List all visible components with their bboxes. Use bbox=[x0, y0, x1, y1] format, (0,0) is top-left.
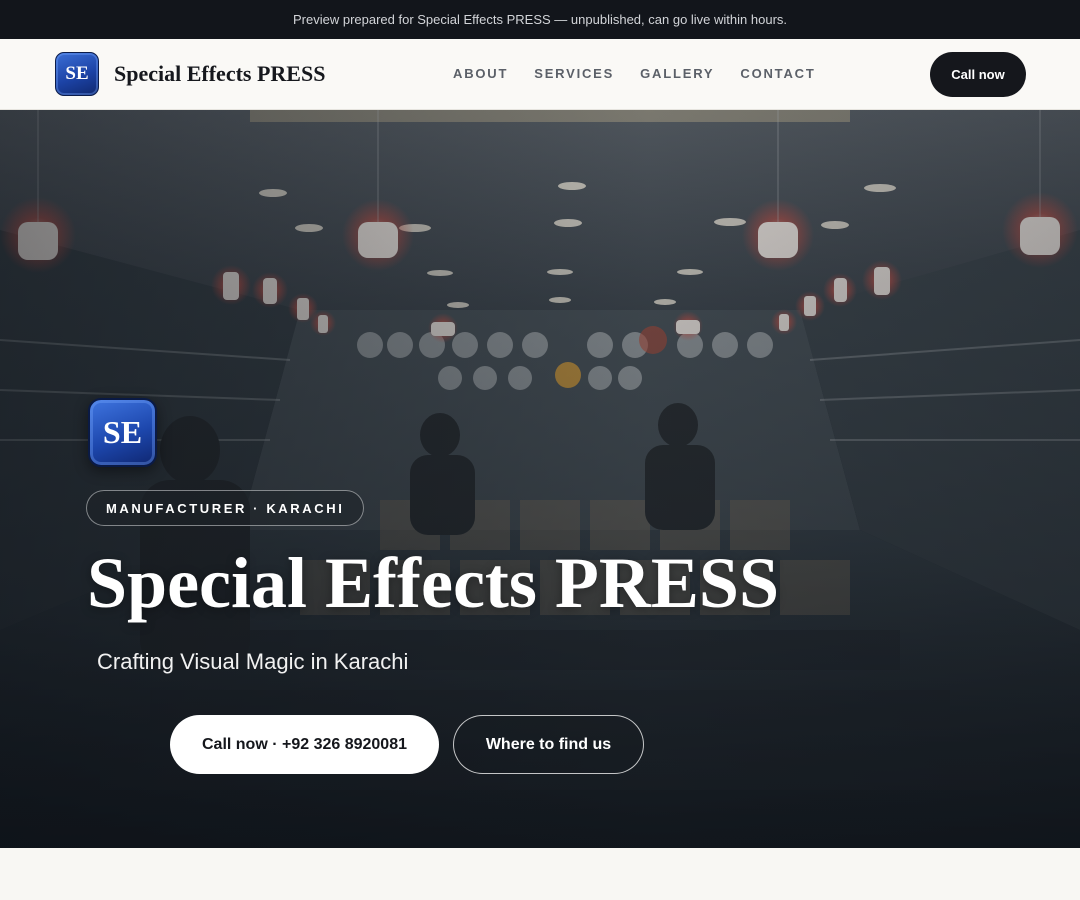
announcement-bar: Preview prepared for Special Effects PRE… bbox=[0, 0, 1080, 39]
site-header: SE Special Effects PRESS ABOUT SERVICES … bbox=[0, 39, 1080, 110]
nav-link-services[interactable]: SERVICES bbox=[534, 66, 614, 81]
nav-link-gallery[interactable]: GALLERY bbox=[640, 66, 714, 81]
brand-name[interactable]: Special Effects PRESS bbox=[114, 61, 325, 87]
hero-logo: SE bbox=[88, 398, 157, 467]
nav-link-contact[interactable]: CONTACT bbox=[740, 66, 815, 81]
next-section bbox=[0, 848, 1080, 900]
hero-title: Special Effects PRESS bbox=[87, 543, 779, 623]
hero-badge: MANUFACTURER · KARACHI bbox=[86, 490, 365, 526]
brand-logo[interactable]: SE bbox=[55, 52, 99, 96]
announcement-text: Preview prepared for Special Effects PRE… bbox=[292, 12, 788, 27]
main-nav: ABOUT SERVICES GALLERY CONTACT bbox=[453, 66, 816, 81]
brand-logo-text: SE bbox=[65, 63, 89, 84]
hero-subtitle: Crafting Visual Magic in Karachi bbox=[97, 649, 409, 674]
hero-location-button[interactable]: Where to find us bbox=[453, 715, 644, 774]
hero-logo-text: SE bbox=[102, 414, 143, 450]
nav-link-about[interactable]: ABOUT bbox=[453, 66, 508, 81]
hero-call-button[interactable]: Call now · +92 326 8920081 bbox=[170, 715, 439, 774]
header-call-button[interactable]: Call now bbox=[930, 52, 1026, 97]
hero-section: SE MANUFACTURER · KARACHI Special Effect… bbox=[0, 110, 1080, 848]
